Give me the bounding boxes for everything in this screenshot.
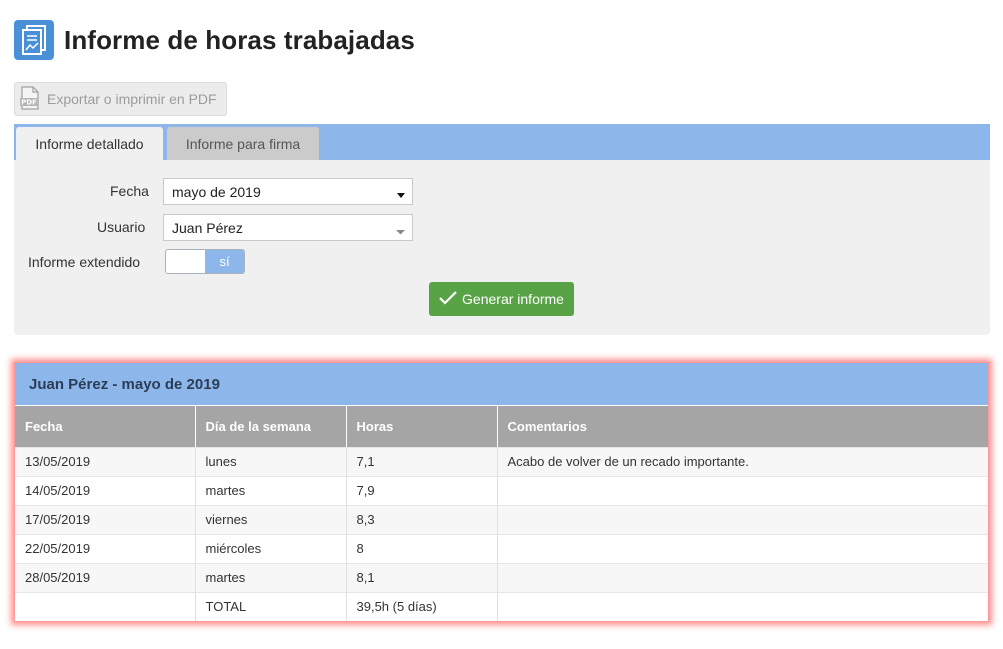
- column-header-dia: Día de la semana: [195, 406, 347, 447]
- caret-down-icon: [397, 187, 405, 203]
- export-pdf-label: Exportar o imprimir en PDF: [47, 91, 217, 107]
- column-header-horas: Horas: [346, 406, 498, 447]
- cell-fecha: [15, 591, 196, 621]
- cell-horas: 7,9: [346, 475, 498, 505]
- cell-total-label: TOTAL: [195, 591, 347, 621]
- cell-dia: martes: [195, 475, 347, 505]
- cell-horas: 7,1: [346, 446, 498, 476]
- report-result-panel: Juan Pérez - mayo de 2019 Fecha Día de l…: [14, 362, 989, 622]
- cell-comentario: [497, 475, 988, 505]
- check-icon: [439, 290, 457, 308]
- table-total-row: TOTAL 39,5h (5 días): [15, 591, 988, 621]
- table-row: 14/05/2019 martes 7,9: [15, 475, 988, 505]
- table-row: 17/05/2019 viernes 8,3: [15, 504, 988, 534]
- cell-fecha: 14/05/2019: [15, 475, 196, 505]
- cell-total-horas: 39,5h (5 días): [346, 591, 498, 621]
- page-header: Informe de horas trabajadas: [14, 20, 415, 60]
- tab-informe-para-firma[interactable]: Informe para firma: [167, 127, 319, 160]
- cell-dia: lunes: [195, 446, 347, 476]
- column-header-comentarios: Comentarios: [497, 406, 988, 447]
- table-row: 13/05/2019 lunes 7,1 Acabo de volver de …: [15, 446, 988, 476]
- tab-informe-detallado[interactable]: Informe detallado: [16, 127, 163, 160]
- cell-horas: 8: [346, 533, 498, 563]
- toggle-on-label: sí: [205, 250, 244, 273]
- cell-fecha: 17/05/2019: [15, 504, 196, 534]
- cell-comentario: Acabo de volver de un recado importante.: [497, 446, 988, 476]
- report-table: Fecha Día de la semana Horas Comentarios…: [15, 406, 988, 621]
- column-header-fecha: Fecha: [15, 406, 196, 447]
- usuario-select[interactable]: Juan Pérez: [163, 214, 413, 241]
- informe-extendido-toggle[interactable]: sí: [165, 249, 245, 274]
- fecha-select-value: mayo de 2019: [172, 183, 261, 200]
- usuario-label: Usuario: [97, 219, 146, 235]
- cell-fecha: 22/05/2019: [15, 533, 196, 563]
- cell-fecha: 28/05/2019: [15, 562, 196, 592]
- table-header-row: Fecha Día de la semana Horas Comentarios: [15, 406, 988, 447]
- cell-comentario: [497, 562, 988, 592]
- page-title: Informe de horas trabajadas: [64, 24, 415, 55]
- cell-comentario: [497, 533, 988, 563]
- table-row: 28/05/2019 martes 8,1: [15, 562, 988, 592]
- table-row: 22/05/2019 miércoles 8: [15, 533, 988, 563]
- cell-comentario: [497, 504, 988, 534]
- caret-down-icon: [396, 223, 405, 239]
- toggle-handle: [166, 250, 205, 273]
- cell-fecha: 13/05/2019: [15, 446, 196, 476]
- export-pdf-button[interactable]: PDF Exportar o imprimir en PDF: [14, 82, 227, 116]
- generate-report-label: Generar informe: [462, 291, 564, 307]
- fecha-label: Fecha: [110, 183, 149, 199]
- cell-horas: 8,3: [346, 504, 498, 534]
- extendido-label: Informe extendido: [28, 254, 141, 270]
- fecha-select[interactable]: mayo de 2019: [163, 178, 413, 205]
- cell-comentario: [497, 591, 988, 621]
- tab-bar: Informe detallado Informe para firma: [14, 124, 990, 160]
- cell-dia: viernes: [195, 504, 347, 534]
- usuario-select-value: Juan Pérez: [172, 219, 243, 236]
- report-title: Juan Pérez - mayo de 2019: [15, 363, 988, 406]
- report-form: Fecha mayo de 2019 Usuario Juan Pérez In…: [14, 160, 990, 335]
- report-chart-icon: [14, 20, 54, 60]
- cell-horas: 8,1: [346, 562, 498, 592]
- pdf-icon-text: PDF: [21, 98, 37, 106]
- pdf-icon: PDF: [19, 85, 41, 113]
- cell-dia: miércoles: [195, 533, 347, 563]
- generate-report-button[interactable]: Generar informe: [429, 282, 574, 316]
- cell-dia: martes: [195, 562, 347, 592]
